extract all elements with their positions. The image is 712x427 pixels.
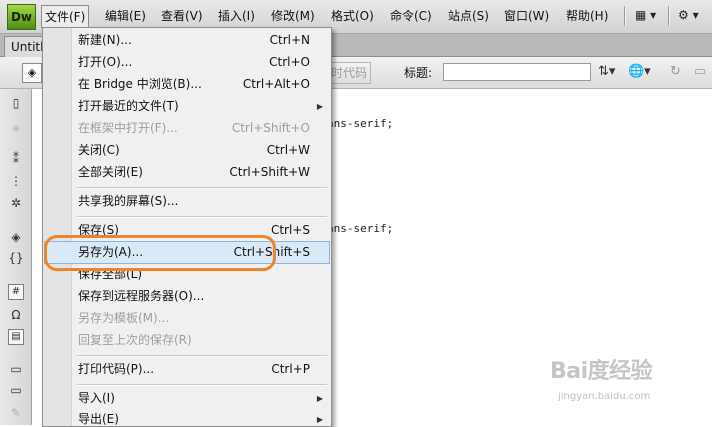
menu-item-shortcut: Ctrl+Shift+W (229, 165, 310, 179)
gear-icon[interactable]: ⚙ ▾ (678, 8, 699, 22)
code-line: ans-serif; (327, 222, 394, 235)
menu-modify[interactable]: 修改(M) (268, 6, 318, 26)
submenu-arrow-icon: ▶ (316, 394, 323, 403)
menubar-separator (624, 6, 626, 26)
collapse-full-tag-icon[interactable]: ⁑ (8, 151, 24, 167)
menu-item-label: 回复至上次的保存(R) (78, 333, 192, 347)
open-documents-icon[interactable]: ▯ (8, 95, 24, 111)
dreamweaver-logo: Dw (7, 4, 36, 30)
refresh-icon[interactable]: ↻ (670, 64, 681, 79)
menu-item-shortcut: Ctrl+O (269, 55, 310, 69)
menu-item-shortcut: Ctrl+N (269, 33, 310, 47)
menu-item-label: 共享我的屏幕(S)... (78, 194, 179, 208)
remove-comment-icon[interactable]: ▭ (8, 382, 24, 398)
menu-item-shortcut: Ctrl+Shift+O (231, 121, 310, 135)
menu-separator (77, 355, 327, 357)
menu-item-label: 保存到远程服务器(O)... (78, 289, 205, 303)
menu-item-share-screen[interactable]: 共享我的屏幕(S)... (44, 191, 330, 212)
menu-item-open-recent[interactable]: 打开最近的文件(T) ▶ (44, 96, 330, 117)
collapse-selection-icon[interactable]: ⋮ (8, 173, 24, 189)
watermark-logo: Bai度经验 (550, 359, 653, 384)
menu-item-close[interactable]: 关闭(C) Ctrl+W (44, 140, 330, 161)
menu-insert[interactable]: 插入(I) (215, 6, 258, 26)
code-line: ans-serif; (327, 117, 394, 130)
menu-item-label: 另存为模板(M)... (78, 311, 170, 325)
menu-window[interactable]: 窗口(W) (501, 6, 552, 26)
submenu-arrow-icon: ▶ (316, 102, 323, 111)
balance-braces-icon[interactable]: {} (8, 250, 24, 266)
menu-item-close-all[interactable]: 全部关闭(E) Ctrl+Shift+W (44, 162, 330, 183)
menu-item-label: 打开(O)... (78, 55, 133, 69)
menu-separator (77, 216, 327, 218)
menu-item-save-to-remote[interactable]: 保存到远程服务器(O)... (44, 286, 330, 307)
menu-item-label: 导出(E) (78, 412, 119, 426)
menu-help[interactable]: 帮助(H) (563, 6, 611, 26)
wrap-tag-icon[interactable]: ✎ (8, 405, 24, 421)
menu-item-revert[interactable]: 回复至上次的保存(R) (44, 330, 330, 351)
select-parent-tag-icon[interactable]: ◈ (8, 229, 24, 245)
menu-item-export[interactable]: 导出(E) ▶ (44, 409, 330, 426)
menu-commands[interactable]: 命令(C) (387, 6, 435, 26)
menu-item-shortcut: Ctrl+W (266, 143, 310, 157)
menu-item-browse-in-bridge[interactable]: 在 Bridge 中浏览(B)... Ctrl+Alt+O (44, 74, 330, 95)
layout-icon[interactable]: ▦ ▾ (635, 8, 656, 22)
coding-toolbar: ▯ ✳ ⁑ ⋮ ✲ ◈ {} # Ω ▤ ▭ ▭ ✎ (0, 89, 32, 425)
menu-item-open-in-frame[interactable]: 在框架中打开(F)... Ctrl+Shift+O (44, 118, 330, 139)
menu-item-label: 在 Bridge 中浏览(B)... (78, 77, 202, 91)
menu-item-import[interactable]: 导入(I) ▶ (44, 388, 330, 409)
baidu-jingyan-watermark: Bai度经验 jingyan.baidu.com (548, 353, 698, 413)
menubar-separator (668, 6, 670, 26)
code-view-icon[interactable]: ◈ (22, 63, 42, 83)
menu-item-label: 在框架中打开(F)... (78, 121, 178, 135)
show-code-navigator-icon[interactable]: ✳ (8, 121, 24, 137)
file-menu-dropdown: 新建(N)... Ctrl+N 打开(O)... Ctrl+O 在 Bridge… (42, 27, 332, 427)
apply-comment-icon[interactable]: ▭ (8, 361, 24, 377)
menu-item-label: 导入(I) (78, 391, 115, 405)
menu-format[interactable]: 格式(O) (328, 6, 377, 26)
menu-item-label: 关闭(C) (78, 143, 120, 157)
menu-separator (77, 187, 327, 189)
menu-item-shortcut: Ctrl+Alt+O (242, 77, 310, 91)
highlight-invalid-code-icon[interactable]: Ω (8, 307, 24, 323)
menu-item-open[interactable]: 打开(O)... Ctrl+O (44, 52, 330, 73)
submenu-arrow-icon: ▶ (316, 415, 323, 424)
menu-edit[interactable]: 编辑(E) (102, 6, 149, 26)
file-management-icon[interactable]: ⇅▾ (598, 64, 615, 79)
menu-view[interactable]: 查看(V) (158, 6, 206, 26)
menu-item-print-code[interactable]: 打印代码(P)... Ctrl+P (44, 359, 330, 380)
menu-item-label: 打开最近的文件(T) (78, 99, 179, 113)
menu-item-shortcut: Ctrl+S (270, 223, 310, 237)
menu-item-shortcut: Ctrl+P (271, 362, 310, 376)
watermark-url: jingyan.baidu.com (558, 391, 651, 402)
expand-all-icon[interactable]: ✲ (8, 195, 24, 211)
line-numbers-icon[interactable]: # (8, 284, 24, 300)
live-code-button[interactable]: 时代码 (327, 62, 371, 84)
title-label: 标题: (404, 66, 433, 80)
menu-item-label: 全部关闭(E) (78, 165, 143, 179)
menu-item-save-as-template[interactable]: 另存为模板(M)... (44, 308, 330, 329)
options-icon[interactable]: ▭ (694, 64, 706, 79)
menu-item-label: 打印代码(P)... (78, 362, 155, 376)
globe-preview-icon[interactable]: 🌐▾ (628, 64, 651, 79)
menu-separator (77, 384, 327, 386)
menu-item-label: 新建(N)... (78, 33, 132, 47)
annotation-highlight-ring (44, 235, 276, 271)
syntax-error-icon[interactable]: ▤ (8, 329, 24, 345)
menu-file[interactable]: 文件(F) (41, 5, 90, 28)
title-input[interactable] (443, 63, 591, 81)
menu-site[interactable]: 站点(S) (445, 6, 492, 26)
menu-item-new[interactable]: 新建(N)... Ctrl+N (44, 30, 330, 51)
